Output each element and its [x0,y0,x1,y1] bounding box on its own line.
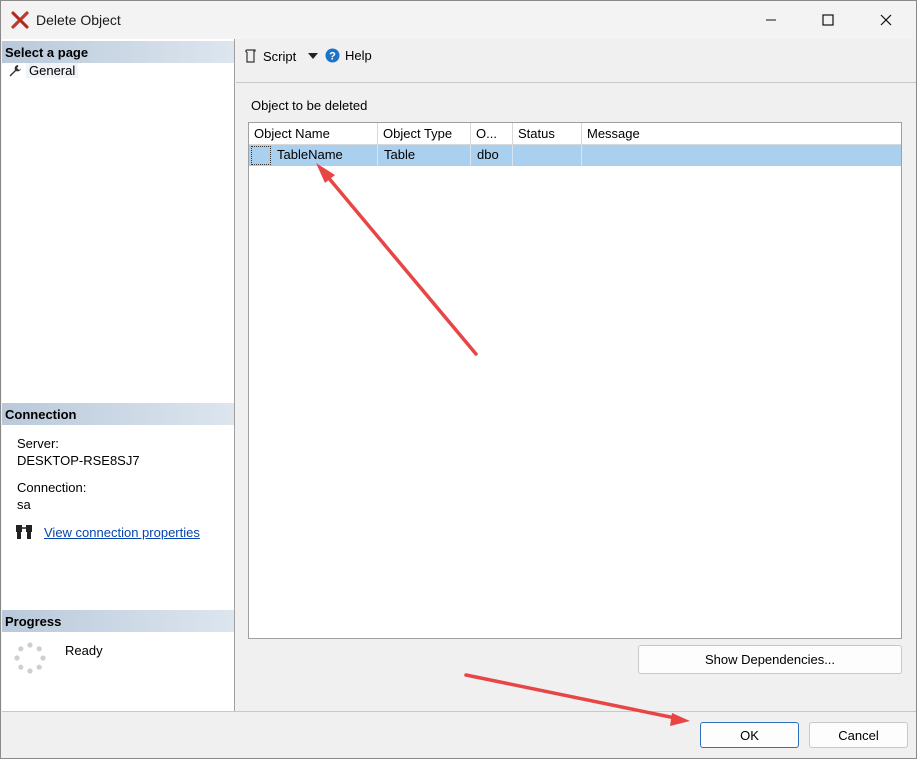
server-value: DESKTOP-RSE8SJ7 [17,453,140,468]
svg-text:?: ? [329,51,336,63]
connection-value: sa [17,497,31,512]
dialog-footer: OK Cancel [2,711,916,758]
progress-header: Progress [2,610,234,632]
objects-section-label: Object to be deleted [251,98,368,113]
column-header-object-type[interactable]: Object Type [378,123,471,145]
maximize-icon [822,14,834,26]
minimize-icon [766,19,776,21]
left-panel: Select a page General Connection Server:… [2,39,235,711]
wrench-icon [9,64,21,76]
ok-button[interactable]: OK [700,722,799,748]
help-icon: ? [325,48,340,63]
script-button[interactable]: Script [244,48,319,64]
connection-label: Connection: [17,480,87,495]
main-content: Object to be deleted Object Name Object … [236,83,916,711]
cell-message[interactable] [582,145,901,166]
grid-header: Object Name Object Type O... Status Mess… [249,123,901,145]
column-header-message[interactable]: Message [582,123,901,145]
delete-x-icon [11,11,29,29]
title-bar: Delete Object [1,1,916,39]
chevron-down-icon [308,53,319,59]
progress-spinner-icon [14,642,46,674]
maximize-button[interactable] [799,1,857,39]
window-title: Delete Object [36,12,121,28]
column-header-status[interactable]: Status [513,123,582,145]
select-page-header: Select a page [2,41,234,63]
connection-plug-icon [16,525,32,539]
minimize-button[interactable] [742,1,800,39]
close-button[interactable] [857,1,915,39]
script-label: Script [263,48,297,64]
help-label: Help [345,48,372,63]
script-icon [245,49,256,63]
delete-object-dialog: Delete Object Select a page General Conn… [0,0,917,759]
view-connection-properties-link[interactable]: View connection properties [44,525,200,540]
toolbar: Script ? Help [236,39,916,83]
column-header-owner[interactable]: O... [471,123,513,145]
cell-object-name-text: TableName [277,147,343,162]
view-connection-properties-row[interactable]: View connection properties [14,523,200,541]
cell-owner[interactable]: dbo [471,145,513,166]
column-header-object-name[interactable]: Object Name [249,123,378,145]
row-focus-indicator [251,146,271,165]
help-button[interactable]: ? Help [325,48,372,63]
progress-status: Ready [65,643,103,658]
cell-object-type[interactable]: Table [378,145,471,166]
page-item-general[interactable]: General [8,63,79,78]
cell-status[interactable] [513,145,582,166]
server-label: Server: [17,436,59,451]
cancel-button[interactable]: Cancel [809,722,908,748]
connection-header: Connection [2,403,234,425]
page-item-label: General [26,63,79,78]
show-dependencies-button[interactable]: Show Dependencies... [638,645,902,674]
cell-object-name[interactable]: TableName [249,145,378,166]
objects-grid[interactable]: Object Name Object Type O... Status Mess… [248,122,902,639]
close-icon [880,14,892,26]
table-row[interactable]: TableName Table dbo [249,145,901,166]
